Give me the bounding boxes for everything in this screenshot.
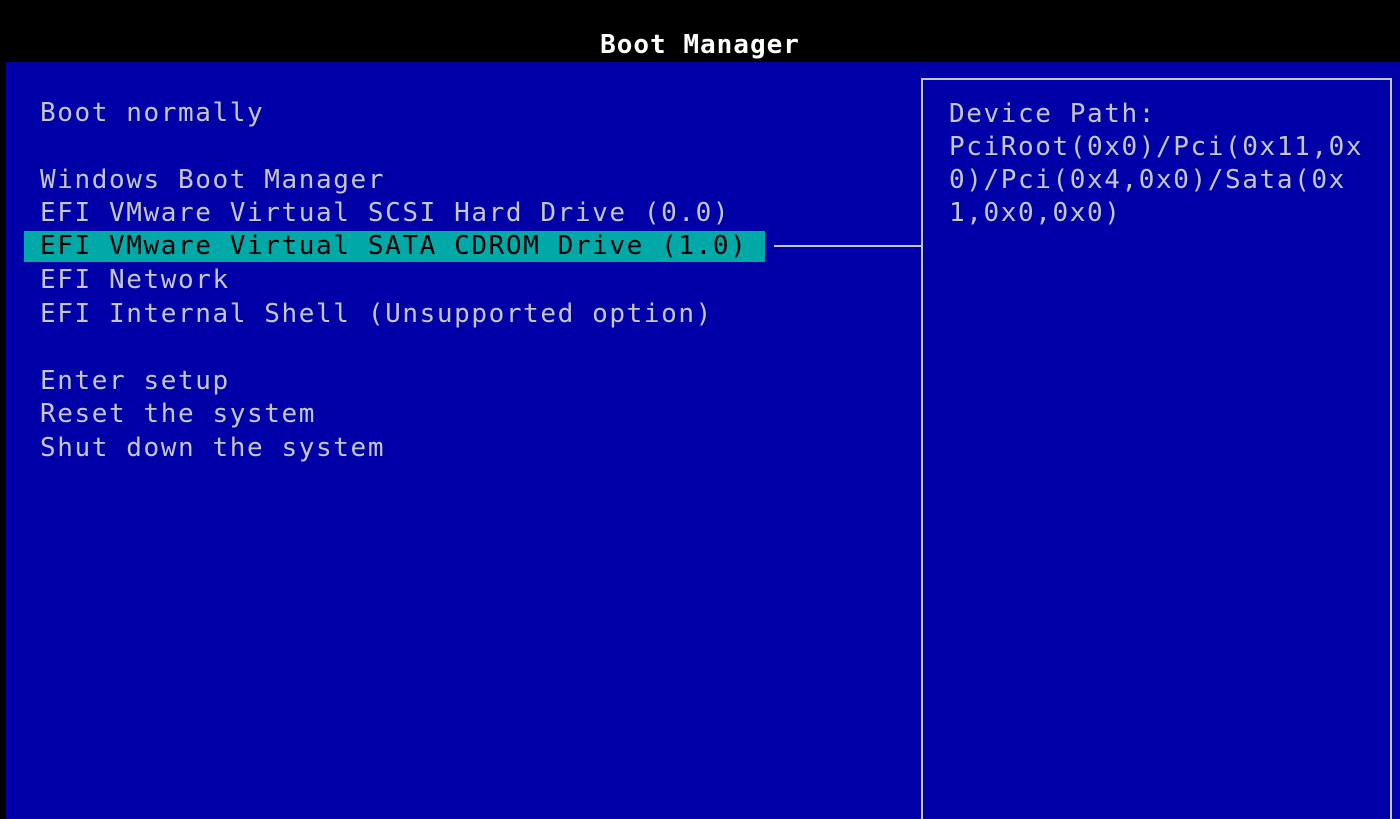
menu-item-boot-normally[interactable]: Boot normally xyxy=(24,98,282,129)
boot-menu-screen: Boot normally Windows Boot Manager EFI V… xyxy=(6,62,1400,819)
menu-item-windows-boot-manager[interactable]: Windows Boot Manager xyxy=(24,165,403,196)
device-path-value: PciRoot(0x0)/Pci(0x11,0x0)/Pci(0x4,0x0)/… xyxy=(949,132,1364,228)
device-info-panel: Device Path: PciRoot(0x0)/Pci(0x11,0x0)/… xyxy=(921,78,1392,819)
menu-item-efi-internal-shell[interactable]: EFI Internal Shell (Unsupported option) xyxy=(24,299,731,330)
title-bar: Boot Manager xyxy=(0,0,1400,62)
menu-item-scsi-hard-drive[interactable]: EFI VMware Virtual SCSI Hard Drive (0.0) xyxy=(24,198,748,229)
menu-item-reset-system[interactable]: Reset the system xyxy=(24,399,334,430)
menu-item-shut-down-system[interactable]: Shut down the system xyxy=(24,433,403,464)
menu-item-enter-setup[interactable]: Enter setup xyxy=(24,366,248,397)
page-title: Boot Manager xyxy=(600,30,800,60)
selection-connector-line xyxy=(774,245,921,247)
device-path-label: Device Path: xyxy=(949,99,1157,129)
menu-item-sata-cdrom-drive[interactable]: EFI VMware Virtual SATA CDROM Drive (1.0… xyxy=(24,231,766,262)
menu-item-efi-network[interactable]: EFI Network xyxy=(24,265,248,296)
